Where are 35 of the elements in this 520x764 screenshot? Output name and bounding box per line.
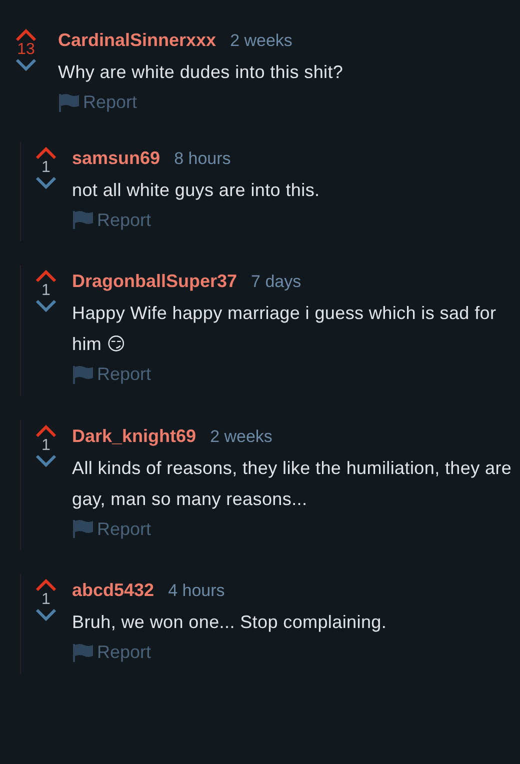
timestamp: 2 weeks (210, 426, 272, 448)
downvote-icon[interactable] (35, 454, 57, 468)
vote-count: 13 (17, 40, 35, 60)
upvote-icon[interactable] (15, 28, 37, 42)
upvote-icon[interactable] (35, 146, 57, 160)
flag-icon (58, 92, 80, 112)
timestamp: 7 days (251, 271, 302, 293)
downvote-icon[interactable] (35, 299, 57, 313)
downvote-icon[interactable] (35, 176, 57, 190)
username[interactable]: samsun69 (72, 146, 160, 170)
username[interactable]: DragonballSuper37 (72, 269, 238, 293)
username[interactable]: CardinalSinnerxxx (58, 28, 216, 52)
vote-count: 1 (42, 281, 50, 301)
downvote-icon[interactable] (35, 608, 57, 622)
vote-count: 1 (42, 590, 50, 610)
username[interactable]: Dark_knight69 (72, 424, 196, 448)
upvote-icon[interactable] (35, 269, 57, 283)
comment-text: Happy Wife happy marriage i guess which is sad for him 😏 (72, 302, 498, 356)
comment-text: not all white guys are into this. (72, 178, 321, 202)
comment-text: All kinds of reasons, they like the humiliation, they are gay, man so many reasons... (72, 456, 513, 511)
comment-text: Why are white dudes into this shit? (58, 61, 344, 84)
vote-count: 1 (42, 436, 50, 456)
downvote-icon[interactable] (15, 58, 37, 72)
flag-icon (72, 364, 94, 384)
flag-icon (72, 642, 94, 662)
upvote-icon[interactable] (35, 424, 57, 438)
timestamp: 8 hours (174, 148, 231, 170)
timestamp: 2 weeks (230, 30, 292, 52)
upvote-icon[interactable] (35, 578, 57, 592)
vote-count: 1 (42, 158, 50, 178)
timestamp: 4 hours (168, 580, 225, 602)
flag-icon (72, 210, 94, 230)
comment-text: Bruh, we won one... Stop complaining. (72, 611, 388, 634)
username[interactable]: abcd5432 (72, 578, 154, 602)
flag-icon (72, 519, 94, 539)
